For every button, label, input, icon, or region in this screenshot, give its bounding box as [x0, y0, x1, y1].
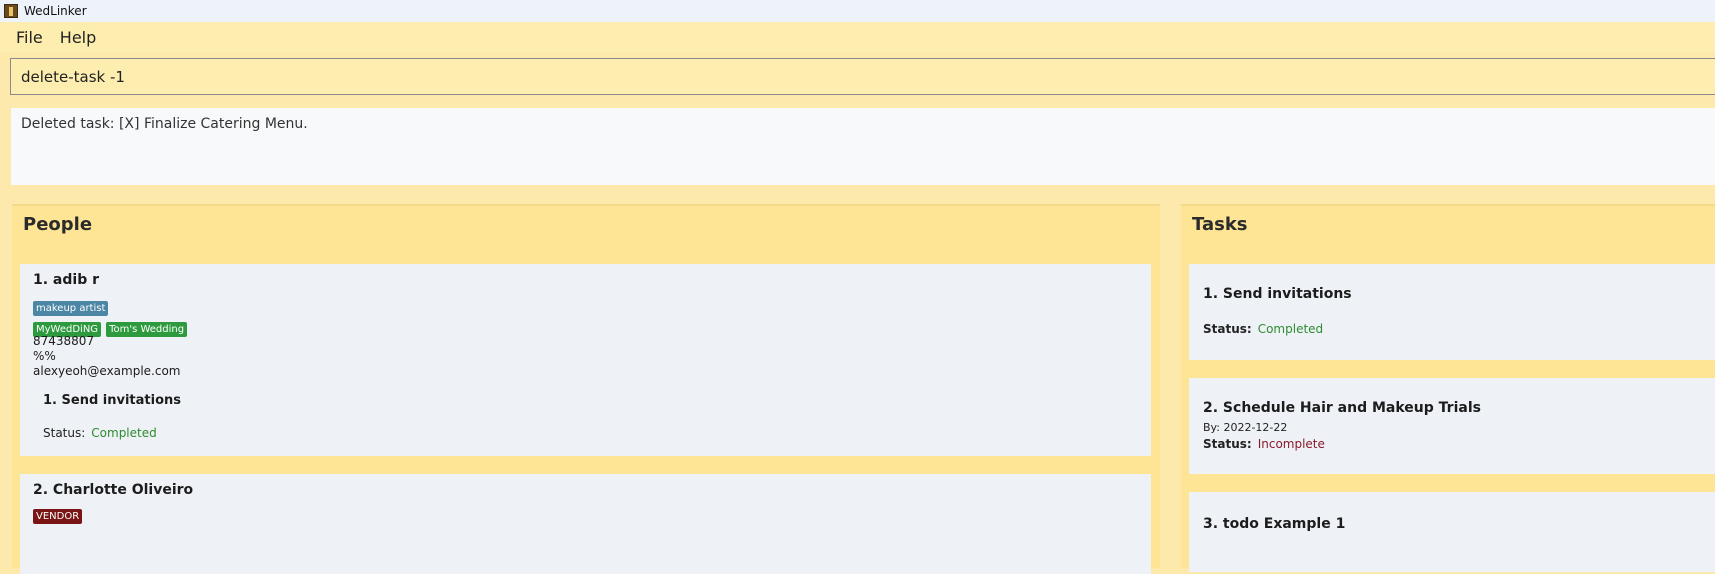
tasks-panel: Tasks 1. Send invitations Status: Complet… [1181, 204, 1715, 572]
wedding-tag: Tom's Wedding [106, 322, 188, 337]
status-value: Completed [1257, 322, 1324, 336]
person-name: 1. adib r [33, 272, 100, 288]
status-label: Status: [1203, 322, 1252, 336]
task-status: Status: Completed [1203, 322, 1323, 336]
person-email: alexyeoh@example.com [33, 364, 181, 378]
result-display: Deleted task: [X] Finalize Catering Menu… [11, 108, 1715, 185]
person-address: %% [33, 349, 56, 363]
menu-help[interactable]: Help [60, 28, 96, 47]
task-name: 2. Schedule Hair and Makeup Trials [1203, 400, 1481, 416]
person-task-status: Status: Completed [43, 426, 157, 440]
task-card[interactable]: 1. Send invitations Status: Completed [1189, 264, 1715, 360]
title-bar: WedLinker [0, 0, 1715, 22]
status-label: Status: [43, 426, 86, 440]
menu-bar: File Help [0, 22, 1715, 52]
command-input[interactable] [10, 58, 1715, 95]
person-phone: 87438807 [33, 334, 95, 348]
role-tag: VENDOR [33, 509, 83, 524]
task-status: Status: Incomplete [1203, 437, 1325, 451]
menu-file[interactable]: File [16, 28, 43, 47]
app-icon [4, 4, 18, 18]
task-name: 3. todo Example 1 [1203, 516, 1346, 532]
tasks-title: Tasks [1192, 214, 1248, 235]
person-name: 2. Charlotte Oliveiro [33, 482, 194, 498]
person-card[interactable]: 1. adib r makeup artist MyWedDiNG Tom's W… [20, 264, 1151, 456]
status-value: Completed [91, 426, 157, 440]
person-task-name: 1. Send invitations [43, 393, 181, 408]
result-text: Deleted task: [X] Finalize Catering Menu… [21, 116, 308, 132]
command-box [0, 52, 1715, 102]
people-panel: People 1. adib r makeup artist MyWedDiNG… [12, 204, 1160, 574]
role-tag: makeup artist [33, 301, 109, 316]
task-card[interactable]: 2. Schedule Hair and Makeup Trials By: 2… [1189, 378, 1715, 474]
people-title: People [23, 214, 93, 235]
person-card[interactable]: 2. Charlotte Oliveiro VENDOR [20, 474, 1151, 574]
task-deadline: By: 2022-12-22 [1203, 421, 1288, 434]
task-name: 1. Send invitations [1203, 286, 1352, 302]
task-card[interactable]: 3. todo Example 1 [1189, 492, 1715, 572]
status-value: Incomplete [1257, 437, 1325, 451]
status-label: Status: [1203, 437, 1252, 451]
window-title: WedLinker [24, 4, 87, 18]
